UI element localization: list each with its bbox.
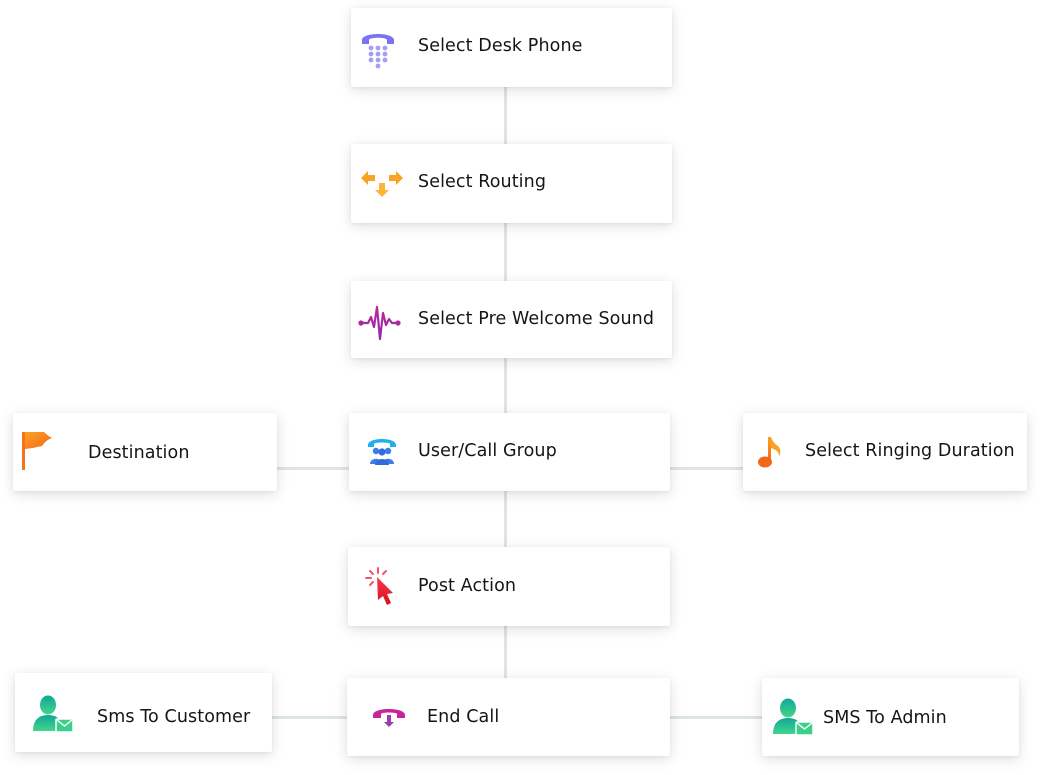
user-sms-icon xyxy=(32,695,74,735)
cursor-click-icon xyxy=(364,566,398,608)
node-end-call[interactable]: End Call xyxy=(347,678,670,756)
node-label: Select Pre Welcome Sound xyxy=(418,309,655,329)
node-label: User/Call Group xyxy=(418,441,557,461)
flag-icon xyxy=(22,432,54,472)
connector-pre-welcome-call-group xyxy=(504,358,507,413)
node-user-call-group[interactable]: User/Call Group xyxy=(349,413,670,491)
desk-phone-icon xyxy=(359,28,397,70)
node-sms-to-admin[interactable]: SMS To Admin xyxy=(762,678,1019,756)
node-post-action[interactable]: Post Action xyxy=(348,547,670,626)
sound-wave-icon xyxy=(358,303,402,345)
node-label: Post Action xyxy=(418,576,517,596)
node-label: SMS To Admin xyxy=(823,708,947,728)
user-sms-icon xyxy=(772,698,814,738)
call-group-icon xyxy=(367,437,397,465)
connector-desk-phone-routing xyxy=(504,87,507,144)
connector-call-group-ringing xyxy=(670,467,743,470)
routing-arrows-icon xyxy=(360,169,406,201)
end-call-icon xyxy=(372,707,406,729)
node-select-routing[interactable]: Select Routing xyxy=(351,144,672,223)
node-label: Select Desk Phone xyxy=(418,36,583,56)
node-select-ringing-duration[interactable]: Select Ringing Duration xyxy=(743,413,1027,491)
node-select-desk-phone[interactable]: Select Desk Phone xyxy=(351,8,672,87)
connector-call-group-destination xyxy=(277,467,349,470)
music-note-icon xyxy=(757,435,785,469)
node-label: Select Routing xyxy=(418,172,547,192)
node-select-pre-welcome-sound[interactable]: Select Pre Welcome Sound xyxy=(351,281,672,358)
node-label: Destination xyxy=(88,443,190,463)
connector-end-call-sms-admin xyxy=(670,716,762,719)
connector-call-group-post-action xyxy=(504,491,507,547)
connector-end-call-sms-customer xyxy=(272,716,347,719)
connector-post-action-end-call xyxy=(504,626,507,678)
node-sms-to-customer[interactable]: Sms To Customer xyxy=(15,673,272,752)
node-destination[interactable]: Destination xyxy=(13,413,277,491)
node-label: End Call xyxy=(427,707,500,727)
node-label: Select Ringing Duration xyxy=(805,441,1015,461)
node-label: Sms To Customer xyxy=(97,707,251,727)
connector-routing-pre-welcome xyxy=(504,223,507,281)
